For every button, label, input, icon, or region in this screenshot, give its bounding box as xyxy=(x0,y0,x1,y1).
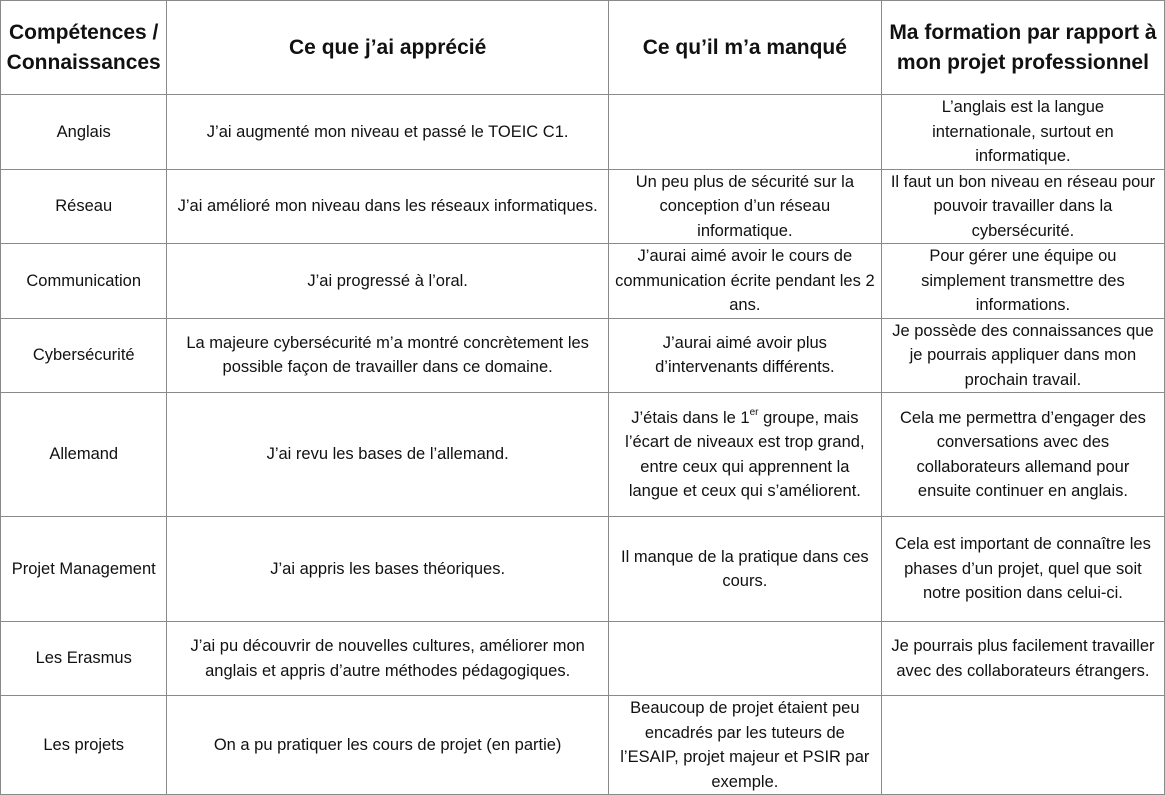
cell-missing: Il manque de la pratique dans ces cours. xyxy=(607,516,882,622)
skills-table: Compétences / Connaissances Ce que j’ai … xyxy=(0,0,1165,795)
cell-skill: Les projets xyxy=(0,695,168,795)
cell-skill: Cybersécurité xyxy=(0,317,168,393)
missing-text-start: J’étais dans le 1 xyxy=(631,408,750,427)
cell-liked: J’ai progressé à l’oral. xyxy=(166,243,609,319)
cell-project: Pour gérer une équipe ou simplement tran… xyxy=(880,243,1165,319)
table-row: Allemand J’ai revu les bases de l’allema… xyxy=(0,392,1165,517)
cell-skill: Projet Management xyxy=(0,516,168,622)
cell-project: Je possède des connaissances que je pour… xyxy=(880,317,1165,393)
cell-missing: Un peu plus de sécurité sur la conceptio… xyxy=(607,168,882,244)
cell-skill: Les Erasmus xyxy=(0,621,168,696)
table-header-row: Compétences / Connaissances Ce que j’ai … xyxy=(0,0,1165,95)
cell-missing xyxy=(607,94,882,170)
cell-liked: J’ai revu les bases de l’allemand. xyxy=(166,392,609,517)
cell-liked: J’ai pu découvrir de nouvelles cultures,… xyxy=(166,621,609,696)
header-missing: Ce qu’il m’a manqué xyxy=(607,0,882,95)
table-row: Projet Management J’ai appris les bases … xyxy=(0,516,1165,622)
cell-project xyxy=(880,695,1165,795)
cell-liked: On a pu pratiquer les cours de projet (e… xyxy=(166,695,609,795)
table-row: Cybersécurité La majeure cybersécurité m… xyxy=(0,317,1165,393)
ordinal-suffix: er xyxy=(749,407,759,418)
table-row: Anglais J’ai augmenté mon niveau et pass… xyxy=(0,94,1165,170)
header-competences: Compétences / Connaissances xyxy=(0,0,168,95)
cell-project: Cela me permettra d’engager des conversa… xyxy=(880,392,1165,517)
table-row: Réseau J’ai amélioré mon niveau dans les… xyxy=(0,168,1165,244)
cell-project: Il faut un bon niveau en réseau pour pou… xyxy=(880,168,1165,244)
cell-project: Je pourrais plus facilement travailler a… xyxy=(880,621,1165,696)
cell-project: Cela est important de connaître les phas… xyxy=(880,516,1165,622)
cell-liked: J’ai appris les bases théoriques. xyxy=(166,516,609,622)
cell-missing: J’aurai aimé avoir plus d’intervenants d… xyxy=(607,317,882,393)
header-project: Ma formation par rapport à mon projet pr… xyxy=(880,0,1165,95)
cell-missing xyxy=(607,621,882,696)
cell-skill: Anglais xyxy=(0,94,168,170)
cell-missing: J’aurai aimé avoir le cours de communica… xyxy=(607,243,882,319)
table-row: Les projets On a pu pratiquer les cours … xyxy=(0,695,1165,795)
cell-liked: La majeure cybersécurité m’a montré conc… xyxy=(166,317,609,393)
header-appreciated: Ce que j’ai apprécié xyxy=(166,0,609,95)
cell-missing: Beaucoup de projet étaient peu encadrés … xyxy=(607,695,882,795)
cell-project: L’anglais est la langue internationale, … xyxy=(880,94,1165,170)
cell-missing: J’étais dans le 1er groupe, mais l’écart… xyxy=(607,392,882,517)
table-row: Les Erasmus J’ai pu découvrir de nouvell… xyxy=(0,621,1165,696)
cell-liked: J’ai amélioré mon niveau dans les réseau… xyxy=(166,168,609,244)
cell-skill: Réseau xyxy=(0,168,168,244)
cell-liked: J’ai augmenté mon niveau et passé le TOE… xyxy=(166,94,609,170)
table-row: Communication J’ai progressé à l’oral. J… xyxy=(0,243,1165,319)
cell-skill: Allemand xyxy=(0,392,168,517)
cell-skill: Communication xyxy=(0,243,168,319)
